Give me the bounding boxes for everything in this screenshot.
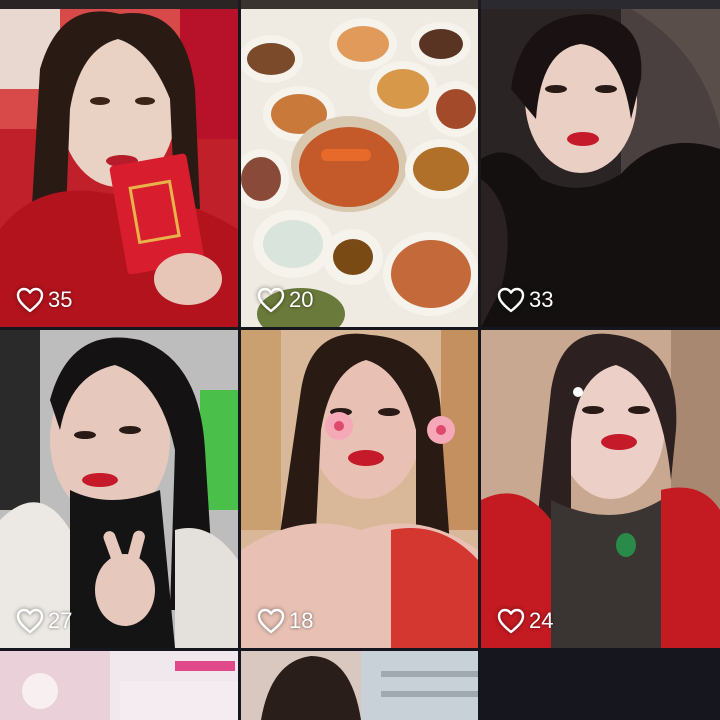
like-count: 27 (16, 608, 72, 634)
post-photo (481, 9, 720, 327)
post-photo (0, 330, 238, 648)
heart-outline-icon (16, 608, 44, 634)
like-count-value: 33 (529, 287, 554, 312)
empty-tile (481, 651, 720, 720)
post-photo (0, 9, 238, 327)
like-count: 33 (497, 287, 553, 313)
heart-outline-icon (497, 287, 525, 313)
like-count: 35 (16, 287, 72, 313)
heart-outline-icon (16, 287, 44, 313)
post-thumbnail[interactable]: 20 (241, 9, 478, 327)
like-count-value: 27 (48, 608, 73, 633)
heart-outline-icon (257, 608, 285, 634)
heart-outline-icon (497, 608, 525, 634)
like-count: 24 (497, 608, 553, 634)
post-thumbnail[interactable] (0, 651, 238, 720)
post-thumbnail[interactable]: 24 (481, 330, 720, 648)
like-count: 18 (257, 608, 313, 634)
post-photo (0, 651, 238, 720)
like-count-value: 24 (529, 608, 554, 633)
post-photo (481, 330, 720, 648)
post-photo (241, 651, 478, 720)
previous-row-edge (0, 0, 720, 9)
heart-outline-icon (257, 287, 285, 313)
like-count: 20 (257, 287, 313, 313)
post-thumbnail[interactable]: 33 (481, 9, 720, 327)
photo-grid: 35 20 33 27 18 24 (0, 0, 720, 720)
post-thumbnail[interactable]: 35 (0, 9, 238, 327)
post-thumbnail[interactable]: 27 (0, 330, 238, 648)
post-photo (241, 9, 478, 327)
like-count-value: 35 (48, 287, 73, 312)
post-thumbnail[interactable] (241, 651, 478, 720)
like-count-value: 20 (289, 287, 314, 312)
post-photo (241, 330, 478, 648)
like-count-value: 18 (289, 608, 314, 633)
post-thumbnail[interactable]: 18 (241, 330, 478, 648)
